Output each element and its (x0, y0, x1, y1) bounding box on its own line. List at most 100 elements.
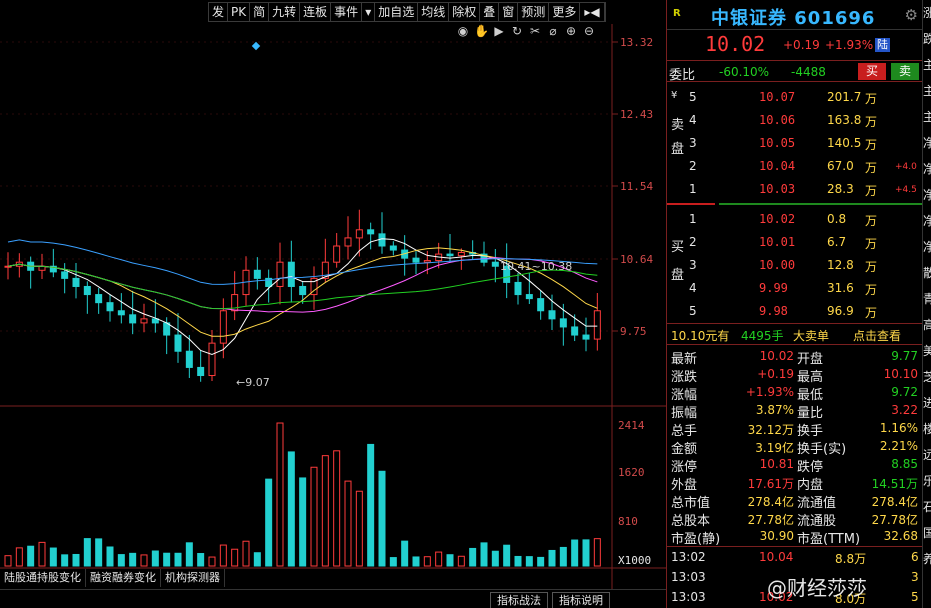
stat-value: +1.93% (745, 385, 794, 399)
candle-body (174, 334, 182, 352)
edge-char: 净 (923, 188, 931, 202)
edge-char: 净 (923, 162, 931, 176)
bid-unit: 万 (865, 214, 878, 228)
toolbar-item[interactable]: 预测 (518, 3, 550, 21)
toolbar-item[interactable]: ▾ (362, 3, 376, 21)
candle-body (571, 326, 579, 336)
ask-qty: 140.5 (827, 136, 862, 150)
kline-chart[interactable]: 13.32 12.43 11.54 10.64 9.75 2414 1620 810 X1000… (0, 24, 666, 589)
ask-level: 1 (689, 182, 697, 196)
replay-icon[interactable]: ▶ (492, 24, 506, 38)
edge-char: 乐 (923, 474, 931, 488)
stat-value: 3.22 (891, 403, 918, 417)
candle-body (457, 251, 465, 257)
bid-unit: 万 (865, 237, 878, 251)
kline-chart-area[interactable]: 13.32 12.43 11.54 10.64 9.75 2414 1620 810 X1000… (0, 24, 666, 589)
quote-stats: 最新 10.02 开盘 9.77 涨跌 +0.19 最高 10.10 涨幅 +1.93% 最低 9.7… (667, 347, 922, 547)
indicator-strategy-button[interactable]: 指标战法 (490, 592, 548, 608)
ask-price: 10.03 (759, 182, 796, 196)
toolbar-item[interactable]: 均线 (418, 3, 450, 21)
indicator-tabs: 陆股通持股变化 融资融券变化 机构探测器 (0, 569, 225, 587)
bid-unit: 万 (865, 306, 878, 320)
stat-label: 市盈(TTM) (797, 532, 861, 547)
candle-body (582, 334, 590, 340)
stock-title: 中银证券 601696 (711, 8, 876, 29)
volume-bar (163, 552, 171, 567)
toolbar-item[interactable]: PK (228, 3, 251, 21)
indicator-help-button[interactable]: 指标说明 (552, 592, 610, 608)
volume-bar (469, 547, 477, 567)
tick-row[interactable]: 13:02 10.04 8.8万 6 (667, 547, 923, 567)
hand-icon[interactable]: ✋ (474, 24, 489, 38)
volume-bar (480, 542, 488, 567)
toolbar-item[interactable]: 除权 (449, 3, 481, 21)
toolbar-item[interactable]: 九转 (269, 3, 301, 21)
stat-row: 总手 32.12万 换手 1.16% (667, 419, 922, 439)
zoom-out-icon[interactable]: ⊖ (582, 24, 596, 38)
volume-bar (333, 450, 341, 567)
toolbar-item[interactable]: 窗 (499, 3, 519, 21)
gear-icon[interactable]: ⚙ (905, 6, 918, 24)
indicator-tab[interactable]: 机构探测器 (161, 569, 225, 587)
ask-row: 5 10.07 201.7 万 (667, 86, 923, 109)
bid-qty: 96.9 (827, 304, 854, 318)
scissors-icon[interactable]: ✂ (528, 24, 542, 38)
indicator-tab[interactable]: 融资融券变化 (86, 569, 161, 587)
ask-book: ¥ 卖 盘 5 10.07 201.7 万 4 10.06 163.8 万 3 10.05 140.… (667, 86, 922, 201)
edge-char: 芝 (923, 370, 931, 384)
toolbar-item[interactable]: 更多 (549, 3, 581, 21)
volume-bar (95, 538, 103, 567)
stat-value: +0.19 (757, 367, 794, 381)
edge-char: 散 (923, 266, 931, 280)
eye-icon[interactable]: ◉ (456, 24, 470, 38)
bid-book: 买 盘 1 10.02 0.8 万 2 10.01 6.7 万 3 10.00 12.8 万 4 9.99… (667, 208, 922, 323)
toolbar-item[interactable]: 叠 (480, 3, 500, 21)
toolbar-item[interactable]: 发 (209, 3, 229, 21)
indicator-tab[interactable]: 陆股通持股变化 (0, 569, 86, 587)
sell-button[interactable]: 卖 (891, 63, 919, 80)
tick-n: 3 (911, 570, 919, 584)
volume-bar (435, 551, 443, 567)
stat-value: 8.85 (891, 457, 918, 471)
candle-body (593, 310, 601, 340)
toolbar-item[interactable]: 加自选 (375, 3, 419, 21)
stat-value: 14.51万 (871, 477, 918, 491)
big-order-row[interactable]: 10.10元有 4495手 大卖单 点击查看 (667, 323, 922, 345)
zoom-in-icon[interactable]: ⊕ (564, 24, 578, 38)
volume-bar (38, 541, 46, 567)
ask-price: 10.07 (759, 90, 796, 104)
draw-icon[interactable]: ⌀ (546, 24, 560, 38)
ask-delta: +4.5 (895, 185, 917, 195)
toolbar-item[interactable]: 事件 (331, 3, 363, 21)
volume-bar (571, 539, 579, 567)
volume-bar (231, 548, 239, 567)
stat-row: 总股本 27.78亿 流通股 27.78亿 (667, 509, 922, 529)
volume-label: 2414 (618, 419, 645, 432)
toolbar-item[interactable]: 简 (250, 3, 270, 21)
toolbar-item[interactable]: 连板 (300, 3, 332, 21)
candle-body (129, 314, 137, 324)
edge-char: 养 (923, 552, 931, 566)
edge-char: 远 (923, 448, 931, 462)
stat-label: 市盈(静) (671, 532, 721, 547)
candle-body (525, 294, 533, 300)
big-order-view-link[interactable]: 点击查看 (853, 327, 901, 344)
history-icon[interactable]: ↻ (510, 24, 524, 38)
volume-bar (72, 553, 80, 567)
price-label: 13.32 (620, 36, 653, 49)
buy-button[interactable]: 买 (858, 63, 886, 80)
bottom-bar: 指标战法 指标说明 (0, 589, 666, 608)
chart-toolbar: 发 PK 简九转 连板 事件 ▾ 加自选 均线 除权叠窗预测 更多 ▸◀ (208, 2, 606, 22)
volume-bar (423, 556, 431, 567)
volume-bar (559, 546, 567, 567)
volume-bar (344, 480, 352, 567)
candle-body (197, 366, 205, 377)
tick-t: 13:02 (671, 550, 706, 564)
tick-q: 8.8万 (835, 552, 867, 566)
edge-char: 高 (923, 318, 931, 332)
candle-body (95, 294, 103, 304)
edge-char: 进 (923, 396, 931, 410)
volume-bar (27, 545, 35, 567)
ask-qty: 163.8 (827, 113, 862, 127)
toolbar-item[interactable]: ▸◀ (580, 3, 605, 21)
